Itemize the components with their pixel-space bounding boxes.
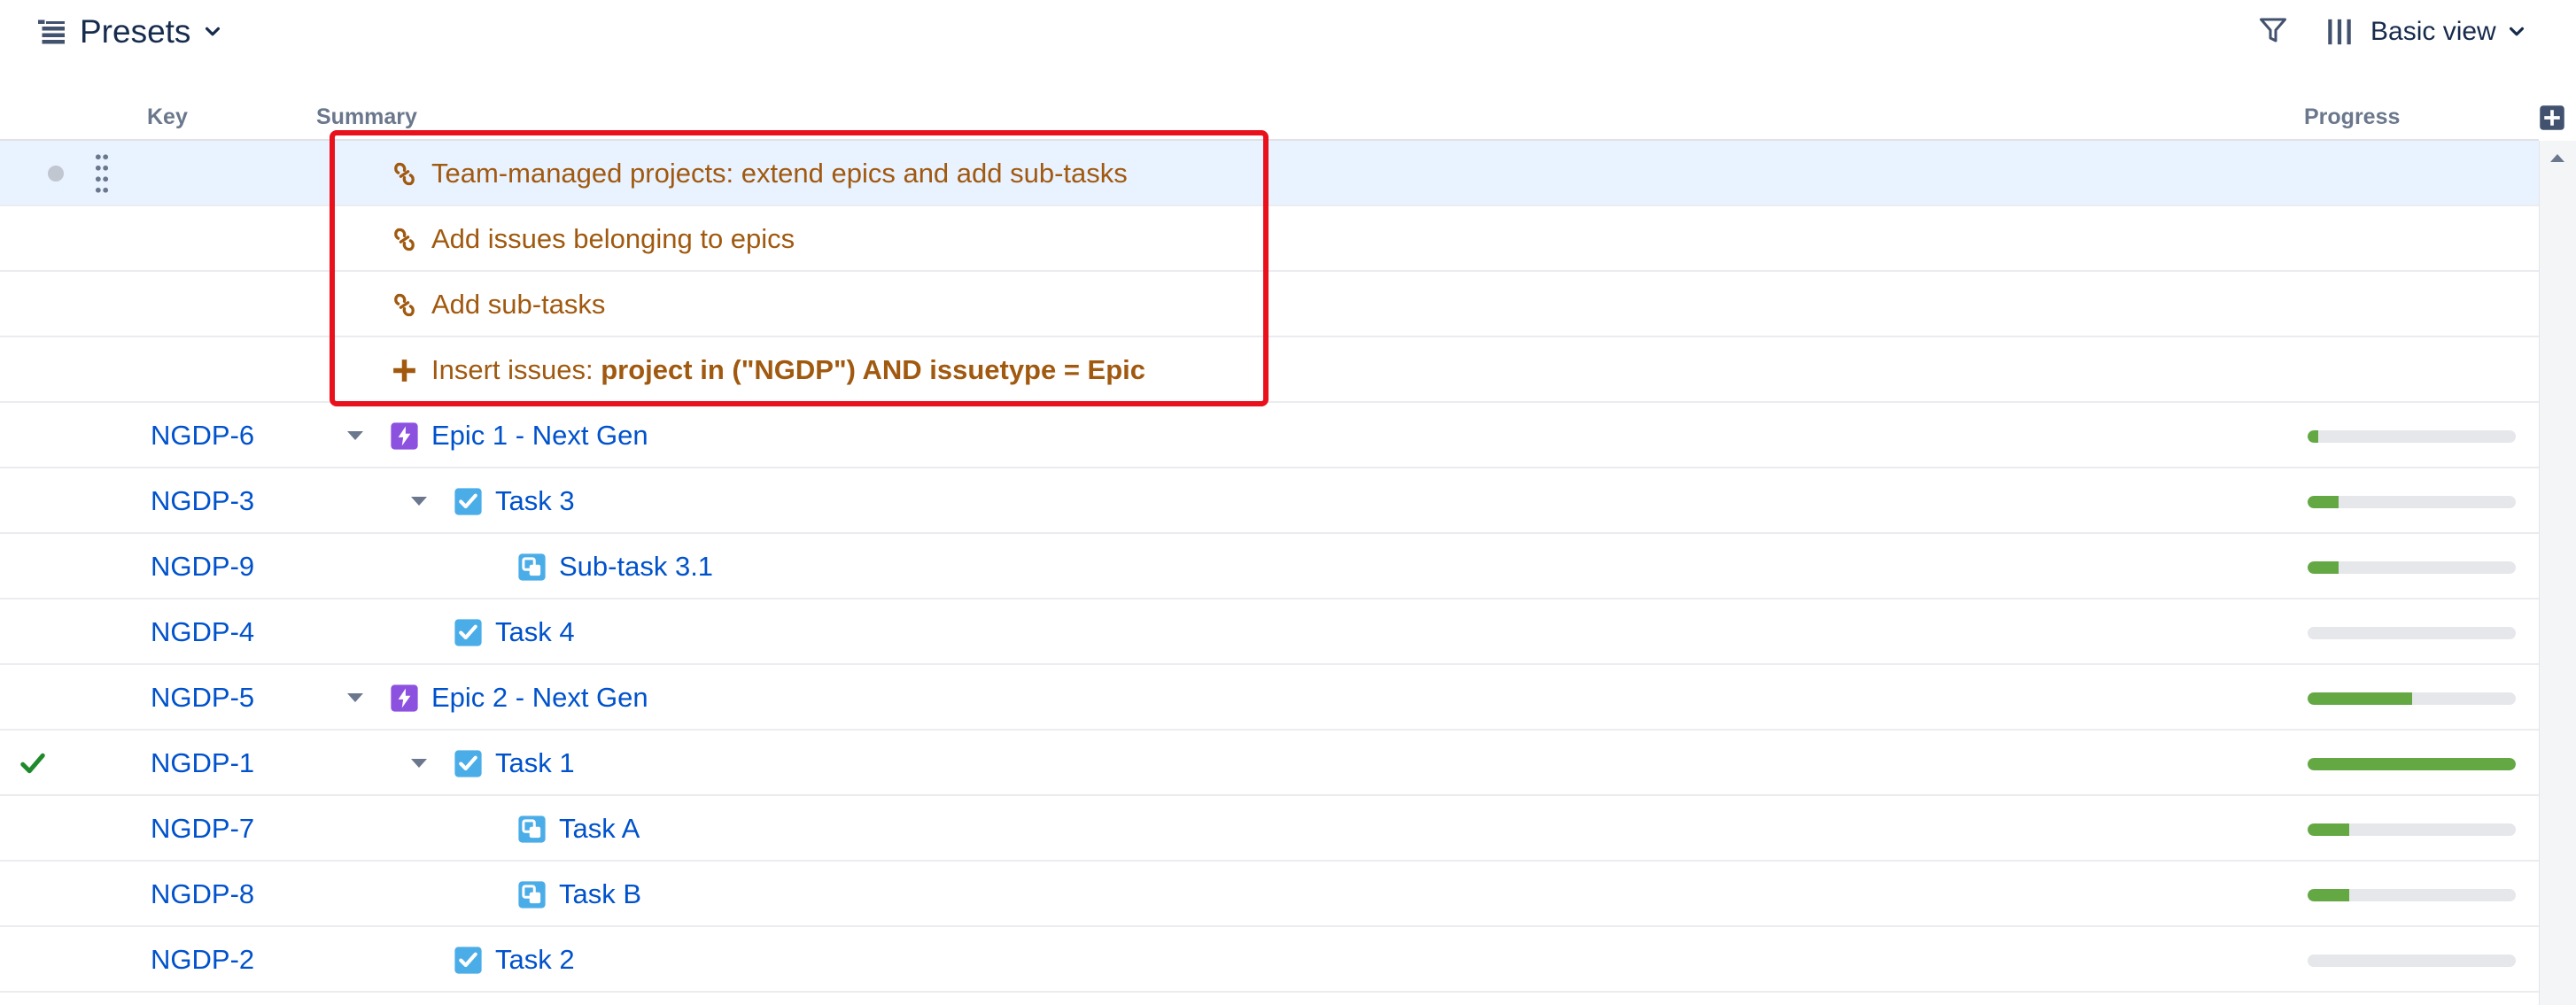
issue-key[interactable]: NGDP-1 <box>151 731 254 796</box>
issue-summary[interactable]: Task 4 <box>495 616 575 648</box>
structure-grid: Team-managed projects: extend epics and … <box>0 141 2539 993</box>
expand-toggle[interactable] <box>342 665 369 731</box>
progress-fill <box>2308 561 2339 574</box>
issue-summary[interactable]: Task 1 <box>495 747 575 779</box>
issue-summary[interactable]: Task 2 <box>495 944 575 976</box>
generator-label[interactable]: Add sub-tasks <box>431 289 605 321</box>
filter-icon[interactable] <box>2257 14 2289 46</box>
progress-fill <box>2308 430 2318 443</box>
table-row[interactable]: NGDP-9 Sub-task 3.1 <box>0 534 2539 599</box>
column-header-summary[interactable]: Summary <box>316 104 417 140</box>
insert-prefix: Insert issues: <box>431 354 601 385</box>
issue-key[interactable]: NGDP-4 <box>151 599 254 665</box>
link-icon <box>394 162 415 185</box>
generator-label[interactable]: Add issues belonging to epics <box>431 223 795 255</box>
progress-fill <box>2308 823 2349 836</box>
issue-summary[interactable]: Task 3 <box>495 485 575 517</box>
view-label: Basic view <box>2370 17 2496 46</box>
vertical-scrollbar[interactable] <box>2539 141 2576 1005</box>
table-row[interactable]: NGDP-7 Task A <box>0 796 2539 862</box>
chevron-down-icon <box>2509 27 2524 36</box>
progress-bar <box>2308 823 2516 836</box>
progress-bar <box>2308 758 2516 770</box>
progress-bar <box>2308 496 2516 508</box>
generator-label[interactable]: Team-managed projects: extend epics and … <box>431 158 1128 189</box>
presets-menu-button[interactable]: Presets <box>35 9 222 55</box>
presets-label: Presets <box>80 13 191 50</box>
insert-generator-label[interactable]: Insert issues: project in ("NGDP") AND i… <box>431 354 1145 386</box>
row-status-dot <box>48 166 64 182</box>
progress-fill <box>2308 889 2349 901</box>
task-icon <box>454 749 482 777</box>
issue-key[interactable]: NGDP-3 <box>151 468 254 534</box>
columns-icon <box>2328 19 2351 45</box>
task-icon <box>454 487 482 515</box>
expand-toggle[interactable] <box>406 731 432 796</box>
issue-summary[interactable]: Task B <box>559 878 641 910</box>
table-row[interactable]: NGDP-3 Task 3 <box>0 468 2539 534</box>
link-icon <box>394 293 415 316</box>
expand-toggle[interactable] <box>406 468 432 534</box>
progress-bar <box>2308 561 2516 574</box>
caret-down-icon <box>411 497 427 506</box>
epic-icon <box>391 684 418 712</box>
column-header-key[interactable]: Key <box>147 104 188 140</box>
plus-icon <box>393 359 415 382</box>
column-header-progress[interactable]: Progress <box>2304 104 2400 140</box>
generator-row[interactable]: Insert issues: project in ("NGDP") AND i… <box>0 337 2539 403</box>
issue-key[interactable]: NGDP-7 <box>151 796 254 862</box>
generator-row[interactable]: Add issues belonging to epics <box>0 206 2539 272</box>
issue-summary[interactable]: Epic 2 - Next Gen <box>431 682 648 714</box>
table-row[interactable]: NGDP-4 Task 4 <box>0 599 2539 665</box>
scroll-up-arrow-icon[interactable] <box>2549 152 2565 163</box>
caret-down-icon <box>347 431 363 440</box>
progress-fill <box>2308 758 2516 770</box>
progress-bar <box>2308 692 2516 705</box>
generator-row[interactable]: Team-managed projects: extend epics and … <box>0 141 2539 206</box>
table-row[interactable]: NGDP-1 Task 1 <box>0 731 2539 796</box>
issue-summary[interactable]: Sub-task 3.1 <box>559 551 713 583</box>
table-row[interactable]: NGDP-6 Epic 1 - Next Gen <box>0 403 2539 468</box>
epic-icon <box>391 421 418 450</box>
chevron-down-icon <box>206 27 221 36</box>
progress-fill <box>2308 496 2339 508</box>
generator-row[interactable]: Add sub-tasks <box>0 272 2539 337</box>
issue-key[interactable]: NGDP-6 <box>151 403 254 468</box>
caret-down-icon <box>411 759 427 768</box>
toolbar: Presets Basic view <box>0 0 2576 66</box>
caret-down-icon <box>347 693 363 702</box>
progress-bar <box>2308 627 2516 639</box>
add-column-icon[interactable] <box>2539 104 2565 131</box>
subtask-icon <box>518 880 546 908</box>
issue-key[interactable]: NGDP-9 <box>151 534 254 599</box>
issue-summary[interactable]: Task A <box>559 813 640 845</box>
progress-fill <box>2308 692 2412 705</box>
resolved-check-icon <box>20 753 45 774</box>
progress-bar <box>2308 955 2516 967</box>
issue-summary[interactable]: Epic 1 - Next Gen <box>431 420 648 452</box>
drag-handle-icon[interactable] <box>92 151 112 196</box>
expand-toggle[interactable] <box>342 403 369 468</box>
progress-bar <box>2308 889 2516 901</box>
progress-bar <box>2308 430 2516 443</box>
issue-key[interactable]: NGDP-5 <box>151 665 254 731</box>
link-icon <box>394 228 415 251</box>
issue-key[interactable]: NGDP-2 <box>151 927 254 993</box>
task-icon <box>454 618 482 646</box>
subtask-icon <box>518 553 546 581</box>
table-row[interactable]: NGDP-2 Task 2 <box>0 927 2539 993</box>
structure-list-icon <box>38 19 65 44</box>
task-icon <box>454 946 482 974</box>
view-selector-button[interactable]: Basic view <box>2324 9 2526 55</box>
issue-key[interactable]: NGDP-8 <box>151 862 254 927</box>
subtask-icon <box>518 815 546 843</box>
table-row[interactable]: NGDP-8 Task B <box>0 862 2539 927</box>
table-row[interactable]: NGDP-5 Epic 2 - Next Gen <box>0 665 2539 731</box>
insert-query: project in ("NGDP") AND issuetype = Epic <box>601 354 1146 385</box>
